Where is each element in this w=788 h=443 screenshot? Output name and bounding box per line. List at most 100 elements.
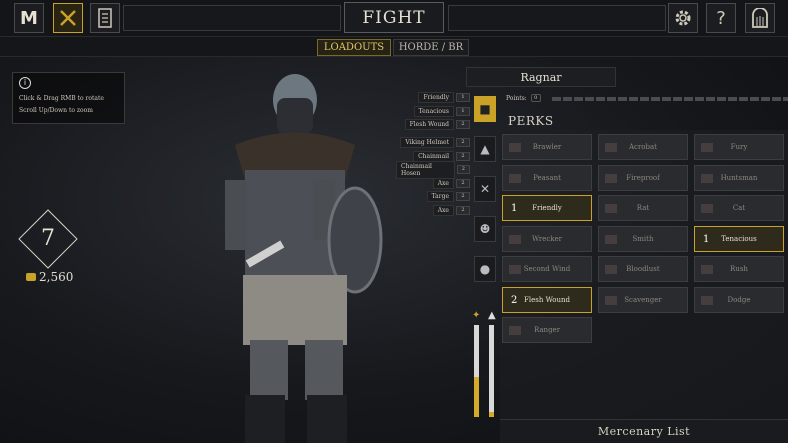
logo-m: M xyxy=(20,7,38,29)
perk-label: Ranger xyxy=(533,326,561,334)
armor-weight-icon: ▲ xyxy=(488,310,496,321)
scroll-button[interactable] xyxy=(90,3,120,33)
perk-points: 1 xyxy=(511,203,518,214)
loadout-item[interactable]: Viking Helmet 2 xyxy=(396,136,470,150)
perk-icon xyxy=(605,234,617,244)
perk-brawler[interactable]: Brawler xyxy=(502,134,592,160)
points-label: Points: xyxy=(506,94,527,102)
settings-button[interactable] xyxy=(668,3,698,33)
perk-label: Smith xyxy=(632,234,654,243)
tab-loadouts[interactable]: LOADOUTS xyxy=(317,39,391,56)
question-icon: ? xyxy=(716,7,726,29)
perk-wrecker[interactable]: Wrecker xyxy=(502,225,592,252)
help-button[interactable]: ? xyxy=(706,3,736,33)
perk-label: Second Wind xyxy=(523,265,571,273)
perk-label: Cat xyxy=(732,204,746,212)
speed-icon: ✦ xyxy=(472,310,481,321)
loadout-item[interactable]: Targe 2 xyxy=(396,190,470,204)
perk-points: 1 xyxy=(703,233,710,245)
home-button[interactable]: M xyxy=(14,3,44,33)
character-model[interactable] xyxy=(195,70,395,443)
perks-icon: ■ xyxy=(479,102,491,116)
loadout-item-points: 2 xyxy=(456,120,470,130)
perk-fireproof[interactable]: Fireproof xyxy=(598,164,688,191)
perk-peasant[interactable]: Peasant xyxy=(502,164,592,191)
loadout-item[interactable]: Flesh Wound 2 xyxy=(396,118,470,132)
perk-label: Bloodlust xyxy=(626,265,660,273)
points-row: Points: 0 xyxy=(506,94,541,102)
category-armor[interactable]: ▲ xyxy=(474,136,496,162)
loadout-item-points: 1 xyxy=(456,106,470,116)
perk-smith[interactable]: Smith xyxy=(598,225,688,252)
perk-acrobat[interactable]: Acrobat xyxy=(598,134,688,160)
body-icon: ☻ xyxy=(479,222,491,236)
perk-second-wind[interactable]: Second Wind xyxy=(502,256,592,282)
perk-bloodlust[interactable]: Bloodlust xyxy=(598,256,688,282)
loadout-item-label: Targe xyxy=(426,191,454,203)
loadout-item-points: 2 xyxy=(456,165,470,175)
loadout-item[interactable]: Chainmail Hosen 2 xyxy=(396,160,470,179)
weight-bar-fill xyxy=(489,412,494,417)
perk-dodge[interactable]: Dodge xyxy=(694,286,784,313)
points-bar xyxy=(552,97,788,101)
perk-icon xyxy=(605,295,617,305)
perk-icon xyxy=(509,234,521,244)
perk-ranger[interactable]: Ranger xyxy=(502,317,592,343)
info-icon: i xyxy=(19,77,31,89)
perk-icon xyxy=(509,143,521,152)
perk-icon xyxy=(509,173,521,183)
loadout-name[interactable]: Ragnar xyxy=(466,67,616,87)
armor-icon: ▲ xyxy=(480,142,490,156)
mercenary-list-button[interactable]: Mercenary List xyxy=(500,419,788,443)
perk-flesh-wound[interactable]: 2 Flesh Wound xyxy=(502,286,592,313)
category-perks[interactable]: ■ xyxy=(474,96,496,122)
perk-icon xyxy=(701,143,713,152)
loadout-item-label: Friendly xyxy=(418,92,454,104)
loadout-item-points: 2 xyxy=(456,178,470,188)
perk-icon xyxy=(605,265,617,274)
tab-horde-br[interactable]: HORDE / BR xyxy=(393,39,469,56)
perk-scavenger[interactable]: Scavenger xyxy=(598,286,688,313)
loadout-item[interactable]: Axe 2 xyxy=(396,177,470,191)
perk-rush[interactable]: Rush xyxy=(694,256,784,282)
perk-label: Brawler xyxy=(532,143,562,151)
swords-icon xyxy=(60,10,76,26)
perk-icon xyxy=(605,143,617,152)
perk-fury[interactable]: Fury xyxy=(694,134,784,160)
perk-label: Huntsman xyxy=(720,173,758,182)
top-field-left xyxy=(123,5,341,31)
exit-button[interactable] xyxy=(745,3,775,33)
perk-label: Wrecker xyxy=(531,234,563,243)
info-line-rotate: Click & Drag RMB to rotate xyxy=(19,95,104,102)
perks-title: PERKS xyxy=(508,114,554,128)
door-icon xyxy=(752,8,768,28)
page-title: FIGHT xyxy=(344,2,444,33)
perk-label: Tenacious xyxy=(721,234,757,243)
loadout-item[interactable]: Tenacious 1 xyxy=(396,105,470,119)
perk-label: Rush xyxy=(730,265,748,273)
category-head[interactable]: ● xyxy=(474,256,496,282)
perk-huntsman[interactable]: Huntsman xyxy=(694,164,784,191)
head-icon: ● xyxy=(479,262,491,276)
top-field-right xyxy=(448,5,666,31)
category-weapons[interactable]: ✕ xyxy=(474,176,496,202)
gold-display: 2,560 xyxy=(26,270,73,284)
fight-button[interactable] xyxy=(53,3,83,33)
loadout-item-label: Viking Helmet xyxy=(400,137,454,149)
perk-friendly[interactable]: 1 Friendly xyxy=(502,195,592,221)
perk-icon xyxy=(605,173,617,183)
level-number: 7 xyxy=(41,226,55,251)
controls-info: i Click & Drag RMB to rotate Scroll Up/D… xyxy=(12,72,125,124)
perk-label: Friendly xyxy=(532,204,562,212)
category-body[interactable]: ☻ xyxy=(474,216,496,242)
perks-panel: Brawler Acrobat Fury Peasant Fireproof Huntsm… xyxy=(500,130,788,420)
perk-label: Scavenger xyxy=(624,295,662,304)
perk-tenacious[interactable]: 1 Tenacious xyxy=(694,225,784,252)
perk-icon xyxy=(509,265,521,274)
perk-cat[interactable]: Cat xyxy=(694,195,784,221)
loadout-item-label: Tenacious xyxy=(413,105,454,117)
perk-rat[interactable]: Rat xyxy=(598,195,688,221)
loadout-item-points: 2 xyxy=(456,138,470,148)
loadout-item[interactable]: Axe 2 xyxy=(396,204,470,218)
loadout-item[interactable]: Friendly 1 xyxy=(396,91,470,105)
